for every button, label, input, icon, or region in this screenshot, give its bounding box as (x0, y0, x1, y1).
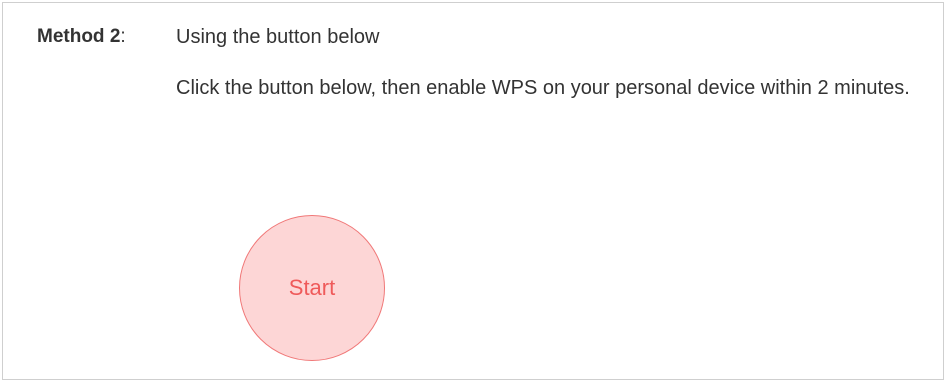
wps-method-panel: Method 2: Using the button below Click t… (2, 2, 944, 380)
wps-instruction-text: Click the button below, then enable WPS … (176, 77, 910, 99)
method-label: Method 2: (37, 23, 126, 51)
method-title: Using the button below (176, 26, 380, 48)
start-wps-button[interactable]: Start (239, 215, 385, 361)
method-separator: : (120, 26, 126, 47)
method-number: Method 2 (37, 26, 121, 47)
start-button-label: Start (288, 275, 336, 300)
